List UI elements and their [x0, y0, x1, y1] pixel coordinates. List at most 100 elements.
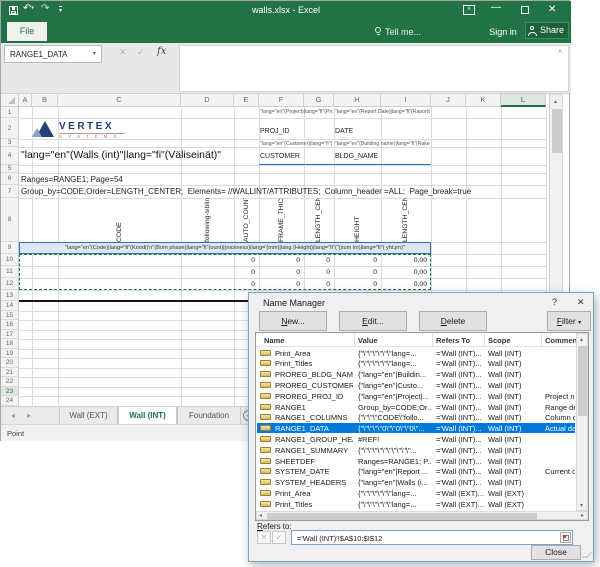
col-header-scope[interactable]: Scope	[488, 336, 511, 345]
ribbon-display-options-button[interactable]: ˄	[463, 5, 475, 15]
filter-button[interactable]: Filter ▾	[547, 311, 591, 331]
cell-H1[interactable]: "lang="en"(Report Date)|lang="fi"(Raport…	[335, 109, 430, 115]
name-row-sheetdef[interactable]: SHEETDEF Ranges=RANGE1; P... ='Wall (INT).…	[257, 455, 575, 466]
name-row-proreg-proj-id[interactable]: PROREG_PROJ_ID {"lang="en"|Project|... ='W…	[257, 390, 575, 401]
col-header-comment[interactable]: Comment	[545, 336, 580, 345]
share-button[interactable]: Share	[525, 22, 569, 39]
col-header-name[interactable]: Name	[264, 336, 284, 345]
grid-vscroll-thumb[interactable]	[552, 109, 562, 153]
row-header-7[interactable]: 7	[1, 185, 19, 198]
name-row-print-area[interactable]: Print_Area {"\"\"\"\"\"\"lang=... ='Wall (…	[257, 347, 575, 358]
sign-in-link[interactable]: Sign in	[483, 23, 523, 41]
names-scroll-left-icon[interactable]: ◂	[259, 513, 262, 519]
row-header-3[interactable]: 3	[1, 139, 19, 147]
names-hscrollbar[interactable]: ◂ ▸	[256, 511, 588, 520]
cancel-formula-icon[interactable]: ✕	[119, 47, 127, 58]
row-header-13[interactable]: 13	[1, 290, 19, 301]
name-box[interactable]: RANGE1_DATA ▾	[4, 45, 102, 63]
refers-to-field[interactable]: ='Wall (INT)'!$A$10:$I$12	[291, 530, 573, 545]
rotated-header-following-sibling[interactable]: following-sibling	[202, 198, 214, 242]
name-row-range1-summary[interactable]: RANGE1_SUMMARY {"\"\"\"\"\"\"\"\"\"\"... =…	[257, 444, 575, 455]
row-header-17[interactable]: 17	[1, 329, 19, 339]
edit-button[interactable]: Edit...	[339, 311, 407, 331]
row-header-2[interactable]: 2	[1, 118, 19, 139]
name-box-dropdown-icon[interactable]: ▾	[93, 50, 96, 57]
name-row-print-titles[interactable]: Print_Titles {"\"\"\"\"\"\"lang=... ='Wall…	[257, 498, 575, 509]
row-header-4[interactable]: 4	[1, 147, 19, 165]
row-header-11[interactable]: 11	[1, 266, 19, 278]
name-row-system-date[interactable]: SYSTEM_DATE {"lang="en"|Report ... ='Wall …	[257, 466, 575, 477]
save-icon[interactable]	[9, 6, 18, 15]
cell-F1[interactable]: "lang="en"(Project)|lang="fi"(Pro	[260, 109, 333, 115]
row-header-5[interactable]: 5	[1, 165, 19, 173]
names-vscroll-thumb[interactable]	[578, 346, 588, 416]
row-header-14[interactable]: 14	[1, 301, 19, 311]
sheet-tab-wall-int-[interactable]: Wall (INT)	[118, 407, 177, 425]
row-header-15[interactable]: 15	[1, 310, 19, 320]
maximize-button[interactable]	[521, 6, 529, 14]
row-header-22[interactable]: 22	[1, 377, 19, 387]
names-vscrollbar[interactable]: ▴ ▾	[576, 333, 588, 511]
formula-input[interactable]	[179, 45, 569, 92]
select-all-box[interactable]	[1, 94, 19, 107]
row-header-24[interactable]: 24	[1, 396, 19, 406]
column-header-C[interactable]: C	[58, 94, 181, 107]
column-header-F[interactable]: F	[259, 94, 304, 107]
row-header-9[interactable]: 9	[1, 242, 19, 254]
rotated-header-LENGTH_CEN[interactable]: LENGTH_CEN	[400, 198, 412, 242]
names-scroll-up-icon[interactable]: ▴	[580, 337, 583, 343]
redo-button[interactable]: ↷	[41, 3, 49, 14]
row-header-23[interactable]: 23	[1, 386, 19, 396]
column-header-B[interactable]: B	[32, 94, 58, 107]
sheet-nav-left-icon[interactable]: ◂	[11, 411, 15, 420]
row-header-19[interactable]: 19	[1, 348, 19, 358]
cell-H3[interactable]: "lang="en"(Building name)|lang="fi"(Rake…	[335, 141, 430, 147]
name-row-proreg-bldg-name[interactable]: PROREG_BLDG_NAME {"lang="en"|Buildin... ='…	[257, 369, 575, 380]
cell-row9-labels[interactable]: "lang="en"(Code)|lang="fi"(Koodi)'n"(Bom…	[65, 245, 429, 251]
col-header-refers[interactable]: Refers To	[436, 336, 470, 345]
row-header-1[interactable]: 1	[1, 107, 19, 118]
rotated-header-CODE[interactable]: CODE	[114, 198, 126, 242]
column-header-J[interactable]: J	[431, 94, 466, 107]
enter-formula-icon[interactable]: ✓	[137, 47, 145, 58]
cell-A4-title[interactable]: "lang="en"(Walls (int)"|lang="fi"(Välise…	[21, 149, 256, 161]
sheet-tab-wall-ext-[interactable]: Wall (EXT)	[59, 407, 118, 425]
column-header-I[interactable]: I	[381, 94, 431, 107]
dialog-close-icon[interactable]: ✕	[577, 297, 585, 308]
row-header-8[interactable]: 8	[1, 198, 19, 242]
scroll-up-icon[interactable]: ▴	[554, 99, 557, 105]
cell-F3[interactable]: "lang="en"(Customer)|lang="fi"(	[260, 141, 333, 147]
name-row-range1-data[interactable]: RANGE1_DATA {"\"\"\"\"0\"\"0\"\"0\"... ='W…	[257, 422, 575, 434]
name-row-print-titles[interactable]: Print_Titles {"\"\"\"\"\"\"lang=... ='Wall…	[257, 358, 575, 369]
column-header-K[interactable]: K	[466, 94, 501, 107]
name-row-range1-columns[interactable]: RANGE1_COLUMNS {"\"\"\"CODE\"follo... ='Wa…	[257, 412, 575, 423]
tell-me-box[interactable]: Tell me...	[385, 23, 437, 41]
range-picker-icon[interactable]	[560, 532, 571, 543]
new-button[interactable]: New...	[259, 311, 327, 331]
formula-bar-collapse-icon[interactable]: ˄	[558, 49, 562, 56]
rotated-header-AUTO_COUNT[interactable]: AUTO_COUNT	[241, 198, 253, 242]
insert-function-icon[interactable]: fx	[157, 46, 166, 57]
names-scroll-right-icon[interactable]: ▸	[581, 513, 584, 519]
rotated-header-FRAME_THICK[interactable]: FRAME_THICK	[276, 198, 288, 242]
col-header-value[interactable]: Value	[358, 336, 378, 345]
name-row-print-area[interactable]: Print_Area {"\"\"\"\"\"\"lang=... ='Wall (…	[257, 487, 575, 498]
tab-file[interactable]: File	[7, 22, 47, 41]
row-header-6[interactable]: 6	[1, 173, 19, 185]
column-header-L[interactable]: L	[501, 94, 546, 107]
row-header-16[interactable]: 16	[1, 320, 19, 330]
column-header-H[interactable]: H	[334, 94, 381, 107]
cell-H4[interactable]: BLDG_NAME	[335, 153, 395, 160]
delete-button[interactable]: Delete	[419, 311, 487, 331]
row-header-18[interactable]: 18	[1, 339, 19, 349]
dialog-close-button[interactable]: Close	[531, 545, 581, 560]
rotated-header-LENGTH_CEN[interactable]: LENGTH_CEN	[313, 198, 325, 242]
resize-grip[interactable]	[581, 552, 593, 558]
name-row-range1-group-hea-[interactable]: RANGE1_GROUP_HEA... #REF! ='Wall (INT)... W…	[257, 433, 575, 444]
names-hscroll-thumb[interactable]	[267, 513, 537, 520]
column-header-G[interactable]: G	[304, 94, 334, 107]
cell-A7[interactable]: Group_by=CODE;Order=LENGTH_CENTER; Eleme…	[21, 187, 471, 196]
column-header-D[interactable]: D	[181, 94, 234, 107]
cell-F4[interactable]: CUSTOMER	[260, 153, 303, 160]
cell-A6[interactable]: Ranges=RANGE1; Page=54	[21, 175, 221, 184]
